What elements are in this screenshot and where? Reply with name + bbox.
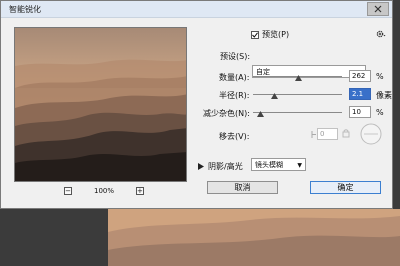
presets-label: 预设(S): (220, 52, 251, 61)
preview-checkbox[interactable] (251, 30, 259, 39)
zoom-out-button[interactable]: − (64, 187, 72, 195)
amount-slider-thumb[interactable] (295, 75, 302, 81)
gear-icon (376, 30, 386, 38)
reduce-noise-input[interactable]: 10 (349, 106, 371, 118)
remove-dropdown[interactable]: 镜头模糊 ▼ (251, 158, 306, 171)
angle-lock-icon (342, 129, 350, 140)
reduce-noise-unit: % (376, 108, 384, 117)
radius-input[interactable]: 2.1 (349, 88, 371, 100)
preview-label: 预览(P) (262, 30, 290, 39)
radius-label: 半径(R): (219, 91, 250, 100)
close-icon (374, 5, 382, 13)
radius-unit: 像素 (376, 91, 392, 100)
shadows-highlights-toggle[interactable]: 阴影/高光 (198, 161, 243, 172)
preview-image[interactable] (14, 27, 187, 182)
title-bar: 智能锐化 (1, 1, 392, 18)
angle-dial[interactable] (360, 123, 382, 145)
smart-sharpen-dialog: 智能锐化 − 100% + 预览(P) 预设(S): 自定 数量(A): 262… (0, 0, 393, 209)
radius-slider-track[interactable] (253, 94, 342, 95)
angle-input[interactable]: 0 (317, 128, 338, 140)
remove-label: 移去(V): (219, 132, 250, 141)
presets-value: 自定 (256, 67, 270, 76)
zoom-level: 100% (93, 187, 114, 195)
dialog-title: 智能锐化 (9, 4, 41, 14)
amount-label: 数量(A): (219, 73, 250, 82)
reduce-noise-label: 减少杂色(N): (203, 109, 250, 118)
close-button[interactable] (367, 2, 389, 16)
cancel-button[interactable]: 取消 (207, 181, 278, 194)
reduce-noise-slider-thumb[interactable] (257, 111, 264, 117)
settings-button[interactable] (376, 29, 386, 39)
remove-value: 镜头模糊 (255, 160, 283, 169)
zoom-controls: − 100% + (64, 185, 144, 197)
ok-button[interactable]: 确定 (310, 181, 381, 194)
preview-toggle[interactable]: 预览(P) (251, 29, 289, 40)
zoom-in-button[interactable]: + (135, 187, 144, 195)
amount-unit: % (376, 72, 384, 81)
chevron-right-icon (198, 163, 204, 170)
reduce-noise-slider-track[interactable] (253, 112, 342, 113)
radius-slider-thumb[interactable] (271, 93, 278, 99)
amount-input[interactable]: 262 (349, 70, 371, 82)
checkmark-icon (252, 31, 258, 38)
chevron-down-icon: ▼ (297, 162, 302, 169)
shadows-highlights-label: 阴影/高光 (208, 162, 243, 171)
